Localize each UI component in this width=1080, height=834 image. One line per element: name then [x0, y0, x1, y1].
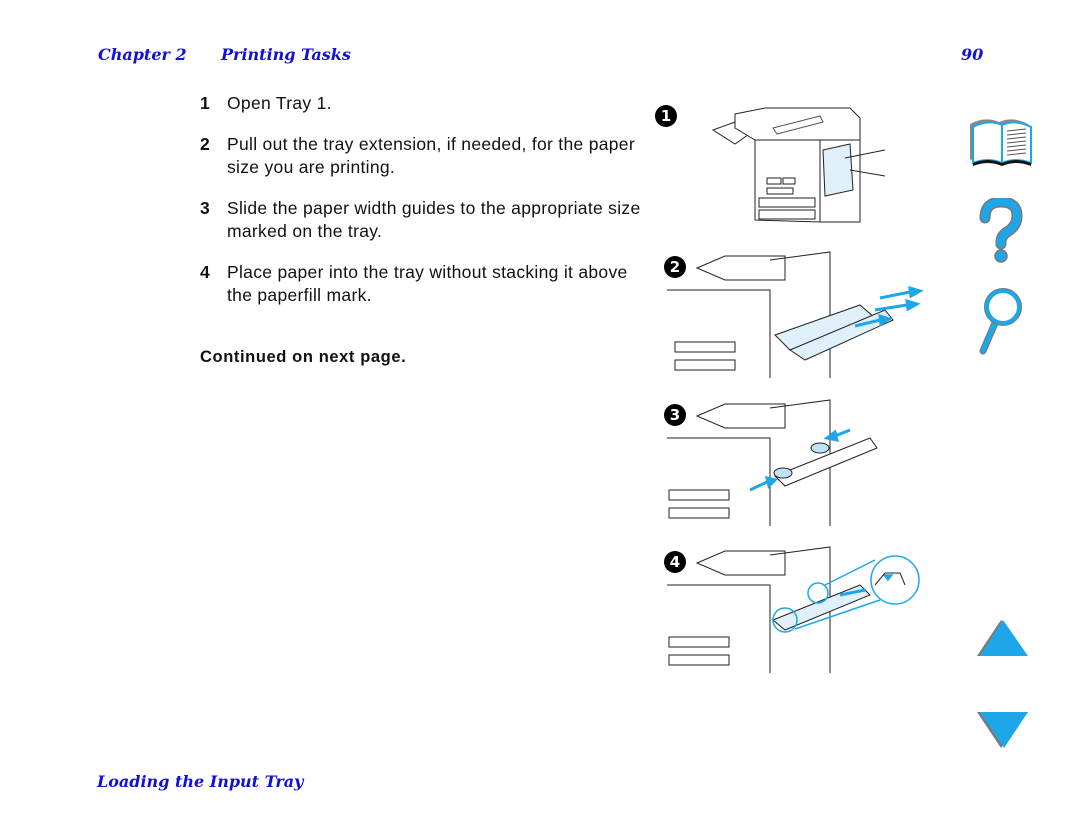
page-number: 90 — [961, 45, 984, 64]
step-number: 3 — [200, 198, 211, 218]
chapter-title: Printing Tasks — [221, 45, 351, 64]
figure-step-2: 2 — [655, 250, 925, 380]
step-text: Place paper into the tray without stacki… — [227, 262, 628, 305]
step-number: 4 — [200, 262, 211, 282]
figure-step-3: 3 — [655, 398, 885, 528]
printer-illustration — [711, 107, 886, 223]
step-item: 3 Slide the paper width guides to the ap… — [200, 197, 650, 243]
section-link[interactable]: Loading the Input Tray — [97, 772, 303, 791]
book-icon[interactable] — [968, 115, 1036, 172]
search-glyph — [979, 288, 1022, 355]
step-text: Slide the paper width guides to the appr… — [227, 198, 641, 241]
step-item: 1 Open Tray 1. — [200, 92, 650, 115]
step-item: 4 Place paper into the tray without stac… — [200, 261, 650, 307]
contents-book-glyph — [970, 119, 1032, 166]
down-triangle-icon[interactable] — [975, 710, 1031, 757]
figure-step-1: 1 — [655, 100, 905, 230]
step-number: 2 — [200, 134, 211, 154]
next-page-glyph — [977, 712, 1028, 748]
width-guides-illustration — [667, 399, 878, 526]
previous-page-glyph — [977, 620, 1028, 656]
tray-extension-illustration — [667, 251, 924, 378]
question-mark-icon[interactable] — [975, 196, 1025, 269]
continued-note: Continued on next page. — [200, 348, 407, 366]
help-glyph — [979, 196, 1023, 263]
up-triangle-icon[interactable] — [975, 618, 1031, 665]
step-item: 2 Pull out the tray extension, if needed… — [200, 133, 650, 179]
figure-step-4: 4 — [655, 545, 930, 675]
steps-list: 1 Open Tray 1. 2 Pull out the tray exten… — [200, 92, 650, 325]
step-text: Pull out the tray extension, if needed, … — [227, 134, 635, 177]
paper-fill-illustration — [667, 546, 920, 673]
step-text: Open Tray 1. — [227, 93, 332, 113]
chapter-label: Chapter 2 — [98, 45, 187, 64]
step-number: 1 — [200, 93, 211, 113]
magnifier-icon[interactable] — [975, 287, 1025, 360]
